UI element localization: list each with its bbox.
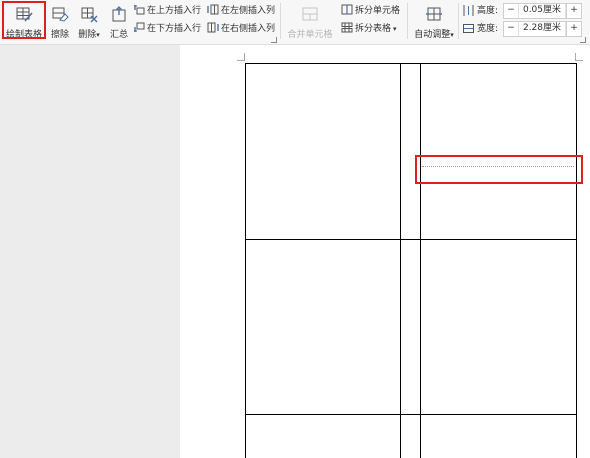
table-row-border	[245, 239, 577, 240]
ribbon-separator	[458, 3, 459, 39]
summary-label: 汇总	[109, 30, 128, 40]
summary-icon	[112, 6, 126, 22]
auto-fit-button[interactable]: 自动调整▾	[413, 2, 455, 40]
row-height-icon	[463, 5, 474, 16]
split-table-icon	[341, 22, 353, 33]
merge-cells-label: 合并单元格	[287, 30, 333, 40]
group-expand-icon[interactable]	[580, 37, 586, 43]
insert-row-below-label: 在下方插入行	[147, 24, 202, 34]
draw-table-highlight	[2, 1, 46, 39]
insert-row-below-icon	[134, 22, 145, 32]
auto-fit-label: 自动调整	[414, 30, 451, 40]
delete-button[interactable]: 删除▾	[75, 2, 103, 40]
eraser-icon	[52, 7, 69, 22]
height-label: 高度:	[477, 6, 499, 16]
width-increase-button[interactable]: +	[566, 22, 581, 36]
navigation-pane	[0, 45, 180, 458]
insert-col-right-button[interactable]: 在右侧插入列	[207, 22, 275, 36]
group-expand-icon[interactable]	[271, 37, 277, 43]
split-table-label: 拆分表格	[355, 24, 392, 34]
ribbon-separator	[280, 3, 281, 39]
page-corner-mark	[237, 53, 245, 61]
height-increase-button[interactable]: +	[566, 4, 581, 18]
merge-cells-button[interactable]: 合并单元格	[286, 2, 334, 40]
table-border	[576, 63, 577, 458]
thin-row-highlight	[415, 155, 583, 184]
column-width-stepper[interactable]: − 2.28厘米 +	[503, 21, 582, 37]
insert-col-right-label: 在右侧插入列	[221, 24, 276, 34]
height-value-input[interactable]: 0.05厘米	[518, 4, 566, 18]
width-value-input[interactable]: 2.28厘米	[518, 22, 566, 36]
table-column-border	[400, 63, 401, 458]
table-border	[245, 63, 577, 64]
insert-col-left-button[interactable]: 在左侧插入列	[207, 4, 275, 18]
insert-col-left-label: 在左侧插入列	[221, 6, 276, 16]
height-decrease-button[interactable]: −	[504, 4, 518, 18]
table-border	[245, 63, 246, 458]
document-page[interactable]	[180, 45, 590, 458]
auto-fit-icon	[426, 7, 442, 21]
summary-button[interactable]: 汇总	[108, 2, 130, 40]
insert-row-above-button[interactable]: 在上方插入行	[134, 4, 201, 18]
table-row-border	[245, 414, 577, 415]
ribbon-separator	[407, 3, 408, 39]
row-height-stepper[interactable]: − 0.05厘米 +	[503, 3, 582, 19]
insert-col-left-icon	[207, 4, 219, 15]
insert-row-above-icon	[134, 5, 145, 15]
insert-col-right-icon	[207, 22, 219, 33]
split-cells-label: 拆分单元格	[355, 6, 401, 16]
split-cells-icon	[341, 4, 353, 15]
merge-cells-icon	[302, 7, 318, 21]
erase-button[interactable]: 擦除	[49, 2, 71, 40]
column-width-icon	[463, 24, 474, 33]
table-tools-ribbon: 绘制表格 擦除 删除▾ 汇总 在上方插入行 在下方插入行 在左侧插入列 在右侧插…	[0, 0, 590, 45]
page-corner-mark	[575, 53, 583, 61]
delete-dropdown-caret: ▾	[96, 31, 100, 39]
width-decrease-button[interactable]: −	[504, 22, 518, 36]
split-cells-button[interactable]: 拆分单元格	[341, 4, 400, 18]
insert-row-above-label: 在上方插入行	[147, 6, 202, 16]
erase-label: 擦除	[50, 30, 69, 40]
insert-row-below-button[interactable]: 在下方插入行	[134, 22, 201, 36]
delete-table-icon	[81, 7, 98, 23]
width-label: 宽度:	[477, 24, 499, 34]
auto-fit-dropdown-caret: ▾	[450, 31, 454, 39]
delete-label: 删除	[78, 30, 97, 40]
table-column-border	[420, 63, 421, 458]
split-table-dropdown-caret: ▾	[393, 25, 397, 33]
split-table-button[interactable]: 拆分表格 ▾	[341, 22, 397, 36]
